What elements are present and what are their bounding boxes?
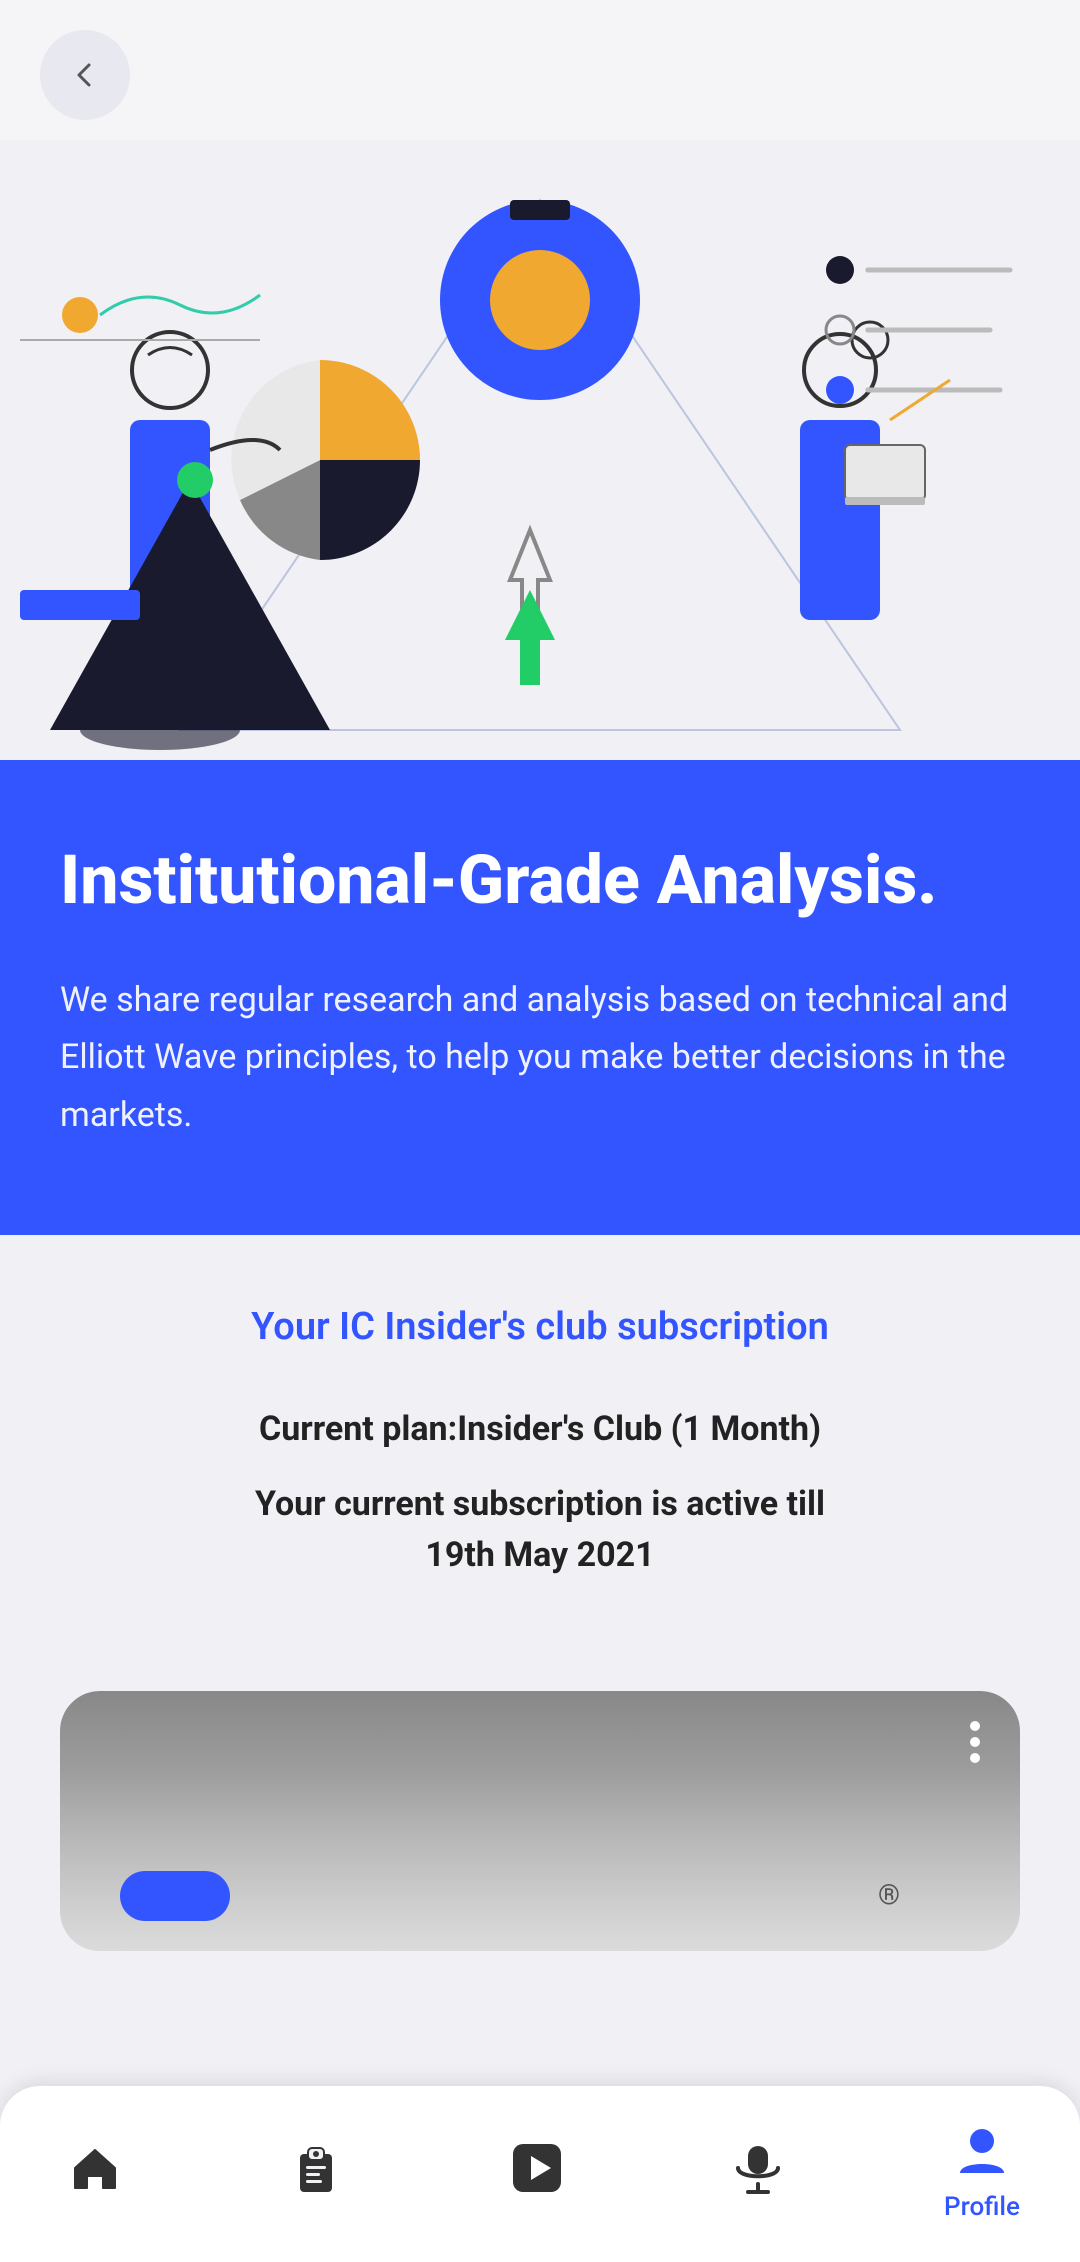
main-heading: Institutional-Grade Analysis. <box>60 840 1020 922</box>
current-plan: Current plan:Insider's Club (1 Month) <box>60 1409 1020 1449</box>
bottom-card-wrapper: ® <box>0 1651 1080 2151</box>
main-description: We share regular research and analysis b… <box>60 972 1020 1145</box>
nav-item-reports[interactable] <box>281 2133 351 2203</box>
bottom-navigation: Profile <box>0 2086 1080 2262</box>
registered-mark: ® <box>878 1878 900 1911</box>
subscription-section: Your IC Insider's club subscription Curr… <box>0 1235 1080 1651</box>
nav-item-play[interactable] <box>502 2133 572 2203</box>
current-plan-label: Current plan: <box>259 1409 457 1449</box>
card-content <box>60 1771 1020 1951</box>
profile-label: Profile <box>944 2192 1020 2222</box>
subscription-details: Current plan:Insider's Club (1 Month) Yo… <box>60 1409 1020 1581</box>
profile-icon <box>947 2114 1017 2184</box>
current-plan-value: Insider's Club (1 Month) <box>457 1409 821 1449</box>
active-till: Your current subscription is active till… <box>60 1479 1020 1581</box>
nav-item-profile[interactable]: Profile <box>944 2114 1020 2222</box>
play-icon <box>502 2133 572 2203</box>
clipboard-icon <box>281 2133 351 2203</box>
back-button[interactable] <box>40 30 130 120</box>
nav-item-mic[interactable] <box>723 2133 793 2203</box>
active-till-line1: Your current subscription is active till <box>255 1484 825 1524</box>
card-blue-button[interactable] <box>120 1871 230 1921</box>
three-dots-menu[interactable] <box>970 1721 980 1763</box>
nav-item-home[interactable] <box>60 2133 130 2203</box>
hero-illustration <box>0 140 1080 760</box>
subscription-title: Your IC Insider's club subscription <box>60 1305 1020 1349</box>
mic-icon <box>723 2133 793 2203</box>
active-till-date: 19th May 2021 <box>425 1535 654 1575</box>
home-icon <box>60 2133 130 2203</box>
header <box>0 0 1080 140</box>
bottom-card-preview: ® <box>60 1691 1020 1951</box>
blue-section: Institutional-Grade Analysis. We share r… <box>0 760 1080 1235</box>
